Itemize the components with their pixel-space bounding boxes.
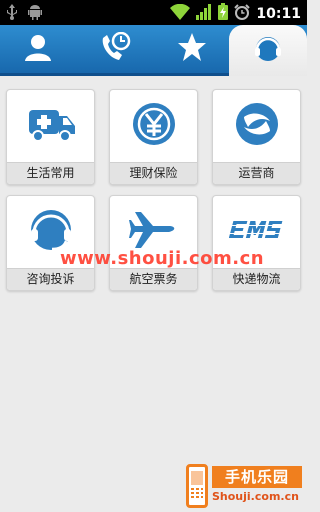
tab-services[interactable] <box>229 25 307 76</box>
tile-label: 理财保险 <box>110 162 197 184</box>
watermark-text: www.shouji.com.cn <box>60 248 265 269</box>
alarm-icon <box>234 3 251 24</box>
logo-subtitle: Shouji.com.cn <box>212 490 299 503</box>
tab-bar <box>0 25 307 76</box>
logo-title: 手机乐园 <box>212 466 302 488</box>
china-mobile-icon <box>234 101 280 151</box>
phone-icon <box>186 464 208 508</box>
tile-finance-insurance[interactable]: 理财保险 <box>109 89 198 185</box>
phone-clock-icon <box>99 31 131 66</box>
tile-carrier[interactable]: 运营商 <box>212 89 301 185</box>
tab-recent-calls[interactable] <box>77 25 153 73</box>
star-icon <box>177 32 207 66</box>
usb-icon <box>6 4 18 24</box>
android-icon <box>28 4 42 24</box>
tile-label: 快递物流 <box>213 268 300 290</box>
ambulance-icon <box>25 104 77 148</box>
person-icon <box>23 32 53 66</box>
yuan-coin-icon <box>131 101 177 151</box>
tile-label: 咨询投诉 <box>7 268 94 290</box>
clock-time: 10:11 <box>256 5 301 22</box>
tile-consult-complaint[interactable]: 咨询投诉 <box>6 195 95 291</box>
wifi-icon <box>170 3 191 24</box>
tile-air-tickets[interactable]: 航空票务 <box>109 195 198 291</box>
status-bar: 10:11 <box>0 0 307 25</box>
tile-label: 运营商 <box>213 162 300 184</box>
ems-icon <box>227 215 285 249</box>
site-logo: 手机乐园 Shouji.com.cn <box>186 464 302 508</box>
signal-icon <box>196 3 212 24</box>
tile-label: 航空票务 <box>110 268 197 290</box>
tile-label: 生活常用 <box>7 162 94 184</box>
tab-contacts[interactable] <box>0 25 76 73</box>
battery-icon <box>218 3 229 24</box>
tile-express-logistics[interactable]: 快递物流 <box>212 195 301 291</box>
headset-icon <box>252 34 284 68</box>
tile-daily-life[interactable]: 生活常用 <box>6 89 95 185</box>
tab-favorites[interactable] <box>154 25 230 73</box>
